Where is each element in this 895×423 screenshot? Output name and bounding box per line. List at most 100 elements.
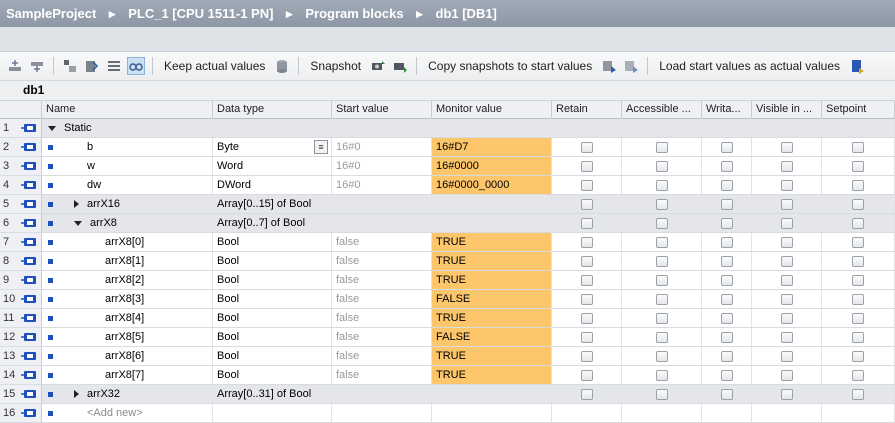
accessible-checkbox[interactable]: [655, 199, 668, 210]
name-cell[interactable]: arrX8: [42, 214, 213, 232]
table-row[interactable]: 1 Static: [0, 119, 895, 138]
accessible-checkbox[interactable]: [655, 351, 668, 362]
breadcrumb-project[interactable]: SampleProject: [6, 6, 96, 21]
table-row[interactable]: 5 arrX16 Array[0..15] of Bool: [0, 195, 895, 214]
data-type-cell[interactable]: Array[0..31] of Bool: [213, 385, 332, 403]
copy-snapshot-selected-icon[interactable]: [622, 57, 640, 75]
name-cell[interactable]: arrX32: [42, 385, 213, 403]
monitor-value-cell[interactable]: [432, 385, 552, 403]
expand-arrow-icon[interactable]: [74, 390, 79, 399]
monitor-value-cell[interactable]: TRUE: [432, 271, 552, 289]
writable-checkbox[interactable]: [720, 218, 733, 229]
visible-checkbox[interactable]: [780, 351, 793, 362]
start-value-cell[interactable]: [332, 195, 432, 213]
visible-checkbox[interactable]: [780, 237, 793, 248]
setpoint-checkbox[interactable]: [852, 180, 864, 191]
visible-checkbox[interactable]: [780, 218, 793, 229]
name-cell[interactable]: arrX8[3]: [42, 290, 213, 308]
monitor-value-cell[interactable]: TRUE: [432, 233, 552, 251]
database-icon[interactable]: [273, 57, 291, 75]
writable-checkbox[interactable]: [720, 142, 733, 153]
add-new-placeholder[interactable]: <Add new>: [87, 407, 143, 419]
accessible-checkbox[interactable]: [655, 180, 668, 191]
table-row[interactable]: 11 arrX8[4] Bool false TRUE: [0, 309, 895, 328]
retain-checkbox[interactable]: [580, 389, 593, 400]
insert-row-icon[interactable]: [6, 57, 24, 75]
table-row[interactable]: 16 <Add new>: [0, 404, 895, 423]
accessible-checkbox[interactable]: [655, 370, 668, 381]
accessible-checkbox[interactable]: [655, 275, 668, 286]
start-value-cell[interactable]: 16#0: [332, 157, 432, 175]
writable-checkbox[interactable]: [720, 180, 733, 191]
writable-checkbox[interactable]: [720, 237, 733, 248]
breadcrumb-program-blocks[interactable]: Program blocks: [305, 6, 403, 21]
writable-checkbox[interactable]: [720, 332, 733, 343]
table-row[interactable]: 12 arrX8[5] Bool false FALSE: [0, 328, 895, 347]
data-type-cell[interactable]: DWord: [213, 176, 332, 194]
data-type-cell[interactable]: Bool: [213, 347, 332, 365]
data-type-cell[interactable]: [213, 119, 332, 137]
name-cell[interactable]: arrX8[7]: [42, 366, 213, 384]
data-type-cell[interactable]: Bool: [213, 271, 332, 289]
table-row[interactable]: 8 arrX8[1] Bool false TRUE: [0, 252, 895, 271]
setpoint-checkbox[interactable]: [852, 161, 864, 172]
name-cell[interactable]: <Add new>: [42, 404, 213, 422]
monitor-value-cell[interactable]: TRUE: [432, 309, 552, 327]
copy-snapshots-button[interactable]: Copy snapshots to start values: [422, 59, 598, 73]
header-writable[interactable]: Writa...: [702, 101, 752, 119]
header-retain[interactable]: Retain: [552, 101, 622, 119]
start-value-cell[interactable]: [332, 404, 432, 422]
retain-checkbox[interactable]: [580, 218, 593, 229]
visible-checkbox[interactable]: [780, 199, 793, 210]
accessible-checkbox[interactable]: [655, 237, 668, 248]
snapshot-compare-icon[interactable]: [391, 57, 409, 75]
header-accessible[interactable]: Accessible ...: [622, 101, 702, 119]
retain-checkbox[interactable]: [580, 237, 593, 248]
start-value-cell[interactable]: false: [332, 309, 432, 327]
retain-checkbox[interactable]: [580, 161, 593, 172]
writable-checkbox[interactable]: [720, 294, 733, 305]
monitor-glasses-icon[interactable]: [127, 57, 145, 75]
data-type-cell[interactable]: Bool: [213, 233, 332, 251]
setpoint-checkbox[interactable]: [852, 237, 864, 248]
setpoint-checkbox[interactable]: [852, 142, 864, 153]
monitor-value-cell[interactable]: 16#D7: [432, 138, 552, 156]
name-cell[interactable]: arrX8[1]: [42, 252, 213, 270]
table-row[interactable]: 14 arrX8[7] Bool false TRUE: [0, 366, 895, 385]
collapse-all-icon[interactable]: [83, 57, 101, 75]
breadcrumb-block[interactable]: db1 [DB1]: [436, 6, 497, 21]
data-type-cell[interactable]: [213, 404, 332, 422]
header-monitor-value[interactable]: Monitor value: [432, 101, 552, 119]
list-view-icon[interactable]: [105, 57, 123, 75]
setpoint-checkbox[interactable]: [852, 332, 864, 343]
start-value-cell[interactable]: false: [332, 271, 432, 289]
monitor-value-cell[interactable]: FALSE: [432, 328, 552, 346]
monitor-value-cell[interactable]: [432, 195, 552, 213]
start-value-cell[interactable]: false: [332, 290, 432, 308]
name-cell[interactable]: arrX8[6]: [42, 347, 213, 365]
start-value-cell[interactable]: false: [332, 347, 432, 365]
start-value-cell[interactable]: 16#0: [332, 138, 432, 156]
start-value-cell[interactable]: 16#0: [332, 176, 432, 194]
accessible-checkbox[interactable]: [655, 142, 668, 153]
start-value-cell[interactable]: false: [332, 252, 432, 270]
writable-checkbox[interactable]: [720, 199, 733, 210]
writable-checkbox[interactable]: [720, 256, 733, 267]
header-start-value[interactable]: Start value: [332, 101, 432, 119]
setpoint-checkbox[interactable]: [852, 370, 864, 381]
retain-checkbox[interactable]: [580, 199, 593, 210]
visible-checkbox[interactable]: [780, 294, 793, 305]
visible-checkbox[interactable]: [780, 180, 793, 191]
table-row[interactable]: 7 arrX8[0] Bool false TRUE: [0, 233, 895, 252]
collapse-arrow-icon[interactable]: [74, 220, 82, 226]
setpoint-checkbox[interactable]: [852, 256, 864, 267]
monitor-value-cell[interactable]: TRUE: [432, 252, 552, 270]
accessible-checkbox[interactable]: [655, 218, 668, 229]
visible-checkbox[interactable]: [780, 142, 793, 153]
monitor-value-cell[interactable]: 16#0000_0000: [432, 176, 552, 194]
expand-all-icon[interactable]: [61, 57, 79, 75]
accessible-checkbox[interactable]: [655, 332, 668, 343]
visible-checkbox[interactable]: [780, 332, 793, 343]
writable-checkbox[interactable]: [720, 370, 733, 381]
monitor-value-cell[interactable]: [432, 404, 552, 422]
